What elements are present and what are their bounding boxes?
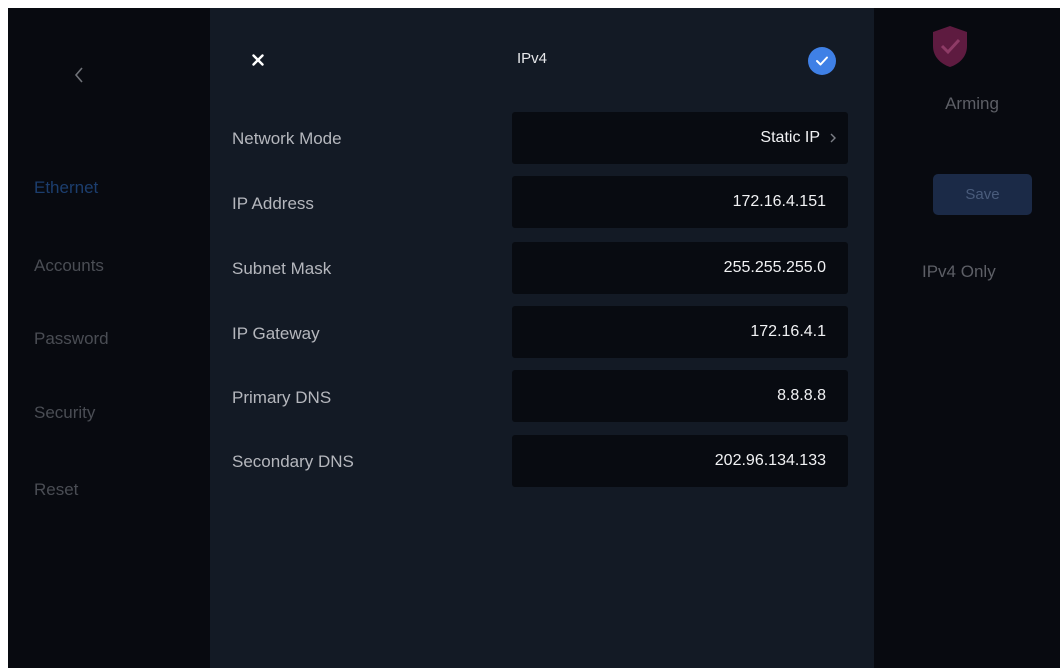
confirm-button[interactable]	[808, 47, 836, 75]
sidebar-item-accounts[interactable]: Accounts	[34, 256, 104, 276]
network-mode-select[interactable]: Static IP	[512, 112, 848, 164]
subnet-mask-field[interactable]: 255.255.255.0	[512, 242, 848, 294]
network-mode-label: Network Mode	[232, 129, 342, 148]
dialog-title: IPv4	[517, 50, 548, 67]
subnet-mask-label: Subnet Mask	[232, 259, 332, 278]
primary-dns-field[interactable]: 8.8.8.8	[512, 370, 848, 422]
primary-dns-label: Primary DNS	[232, 388, 332, 407]
network-mode-value: Static IP	[760, 129, 820, 146]
ipv4-dialog: IPv4 Network Mode Static IP IP Address 1…	[210, 8, 874, 668]
ip-address-label: IP Address	[232, 194, 314, 213]
subnet-mask-value: 255.255.255.0	[723, 259, 826, 276]
right-panel: Arming Save IPv4 Only	[874, 8, 1060, 668]
sidebar-item-security[interactable]: Security	[34, 403, 95, 423]
settings-screen: Ethernet Accounts Password Security Rese…	[8, 8, 1060, 668]
secondary-dns-value: 202.96.134.133	[714, 452, 826, 469]
sidebar-item-password[interactable]: Password	[34, 329, 109, 349]
settings-sidebar: Ethernet Accounts Password Security Rese…	[8, 8, 210, 668]
arming-label: Arming	[945, 94, 999, 113]
primary-dns-value: 8.8.8.8	[777, 387, 826, 404]
close-button[interactable]	[246, 48, 270, 72]
secondary-dns-field[interactable]: 202.96.134.133	[512, 435, 848, 487]
save-button[interactable]: Save	[933, 174, 1032, 215]
secondary-dns-label: Secondary DNS	[232, 452, 354, 471]
ip-address-field[interactable]: 172.16.4.151	[512, 176, 848, 228]
ip-gateway-label: IP Gateway	[232, 324, 320, 343]
arming-shield-icon[interactable]	[930, 24, 970, 68]
sidebar-item-ethernet[interactable]: Ethernet	[34, 178, 98, 198]
close-icon	[252, 54, 264, 66]
ip-gateway-field[interactable]: 172.16.4.1	[512, 306, 848, 358]
sidebar-item-reset[interactable]: Reset	[34, 480, 78, 500]
ip-gateway-value: 172.16.4.1	[750, 323, 826, 340]
ip-address-value: 172.16.4.151	[732, 193, 826, 210]
chevron-right-icon	[830, 133, 836, 143]
back-button[interactable]	[64, 60, 94, 90]
checkmark-icon	[816, 56, 828, 66]
chevron-left-icon	[74, 67, 83, 83]
ip-mode-label: IPv4 Only	[922, 262, 996, 281]
